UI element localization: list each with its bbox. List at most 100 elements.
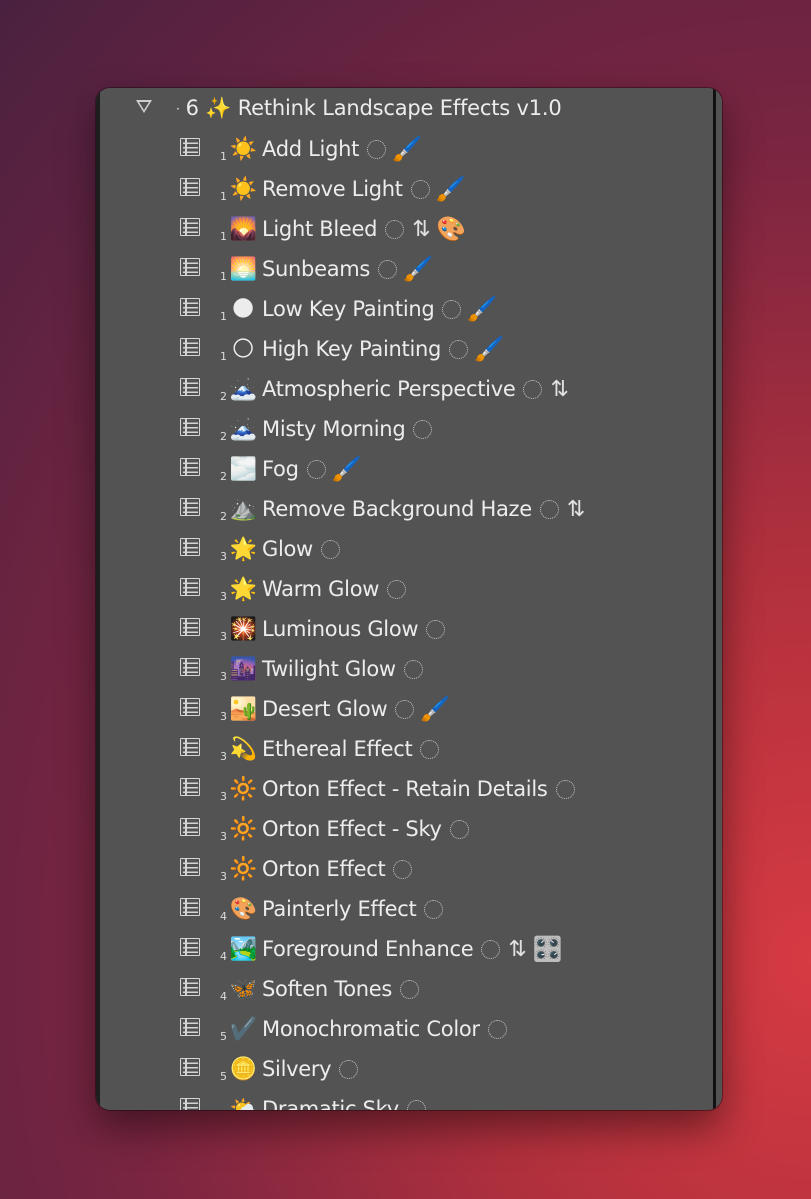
preset-order-number: 3 — [220, 630, 227, 643]
preset-list-icon — [180, 858, 200, 876]
preset-line[interactable]: 3 🌆 Twilight Glow — [220, 649, 427, 689]
preset-row[interactable]: 4 🎨 Painterly Effect — [96, 889, 722, 929]
preset-row[interactable]: 3 🏜️ Desert Glow 🖌️ — [96, 689, 722, 729]
preset-line[interactable]: 3 🔆 Orton Effect - Sky — [220, 809, 473, 849]
preset-emoji-icon: 🗻 — [229, 376, 257, 402]
preset-folder-header[interactable]: · 6 ✨ Rethink Landscape Effects v1.0 — [96, 94, 722, 126]
up-down-arrows-icon: ⇅ — [566, 496, 585, 522]
preset-list-icon — [180, 258, 200, 276]
preset-row[interactable]: 5🌤️Dramatic Sky — [96, 1089, 722, 1110]
preset-name: Desert Glow — [262, 697, 388, 721]
preset-order-number: 3 — [220, 710, 227, 723]
preset-list: 1 ☀️ Add Light 🖌️ 1 ☀️ Remove Light 🖌️ 1 🌄 Light B… — [96, 129, 722, 1110]
preset-row[interactable]: 1 🌄 Light Bleed ⇅ 🎨 — [96, 209, 722, 249]
preset-row[interactable]: 1 🌑 Low Key Painting 🖌️ — [96, 289, 722, 329]
preset-row[interactable]: 4 🏞️ Foreground Enhance ⇅ 🎛️ — [96, 929, 722, 969]
preset-line[interactable]: 1 🌕 High Key Painting 🖌️ — [220, 329, 506, 369]
preset-line[interactable]: 3 💫 Ethereal Effect — [220, 729, 443, 769]
preset-row[interactable]: 2 🗻 Misty Morning — [96, 409, 722, 449]
preset-row[interactable]: 5 🪙 Silvery — [96, 1049, 722, 1089]
preset-emoji-icon: 🌟 — [229, 576, 257, 602]
preset-name: Light Bleed — [262, 217, 378, 241]
preset-emoji-icon: 🔆 — [229, 816, 257, 842]
dotted-circle-icon — [539, 499, 559, 519]
preset-line[interactable]: 5 ✔️ Monochromatic Color — [220, 1009, 511, 1049]
preset-line[interactable]: 5 🪙 Silvery — [220, 1049, 362, 1089]
preset-row[interactable]: 3 🎇 Luminous Glow — [96, 609, 722, 649]
preset-line[interactable]: 2 🗻 Misty Morning — [220, 409, 436, 449]
dotted-circle-icon — [449, 339, 469, 359]
preset-order-number: 2 — [220, 510, 227, 523]
preset-line[interactable]: 1 ☀️ Add Light 🖌️ — [220, 129, 424, 169]
dotted-circle-icon — [387, 579, 407, 599]
preset-list-icon — [180, 778, 200, 796]
preset-name: Monochromatic Color — [262, 1017, 480, 1041]
preset-row[interactable]: 5 ✔️ Monochromatic Color — [96, 1009, 722, 1049]
preset-line[interactable]: 3 🔆 Orton Effect — [220, 849, 416, 889]
preset-row[interactable]: 3 🔆 Orton Effect - Retain Details — [96, 769, 722, 809]
dotted-circle-icon — [420, 739, 440, 759]
preset-line[interactable]: 4 🏞️ Foreground Enhance ⇅ 🎛️ — [220, 929, 564, 969]
preset-line[interactable]: 3 🔆 Orton Effect - Retain Details — [220, 769, 579, 809]
preset-line[interactable]: 2 🌫️ Fog 🖌️ — [220, 449, 363, 489]
preset-order-number: 3 — [220, 830, 227, 843]
preset-line[interactable]: 1 🌅 Sunbeams 🖌️ — [220, 249, 435, 289]
preset-row[interactable]: 3 🌟 Glow — [96, 529, 722, 569]
preset-line[interactable]: 4 🦋 Soften Tones — [220, 969, 423, 1009]
preset-line[interactable]: 1 🌄 Light Bleed ⇅ 🎨 — [220, 209, 468, 249]
preset-list-icon — [180, 538, 200, 556]
preset-line[interactable]: 3 🎇 Luminous Glow — [220, 609, 449, 649]
dotted-circle-icon — [449, 819, 469, 839]
sparkles-icon: ✨ — [205, 96, 232, 120]
preset-line[interactable]: 2 🗻 Atmospheric Perspective ⇅ — [220, 369, 573, 409]
preset-line[interactable]: 3 🏜️ Desert Glow 🖌️ — [220, 689, 452, 729]
preset-order-number: 1 — [220, 190, 227, 203]
preset-row[interactable]: 1 🌕 High Key Painting 🖌️ — [96, 329, 722, 369]
dotted-circle-icon — [367, 139, 387, 159]
preset-list-icon — [180, 298, 200, 316]
preset-row[interactable]: 1 ☀️ Remove Light 🖌️ — [96, 169, 722, 209]
disclosure-triangle-icon[interactable] — [136, 100, 152, 113]
preset-emoji-icon: 🌫️ — [229, 456, 257, 482]
up-down-arrows-icon: ⇅ — [508, 936, 527, 962]
preset-name: Low Key Painting — [262, 297, 435, 321]
dotted-circle-icon — [487, 1019, 507, 1039]
preset-name: Luminous Glow — [262, 617, 419, 641]
preset-name: High Key Painting — [262, 337, 442, 361]
up-down-arrows-icon: ⇅ — [550, 376, 569, 402]
preset-row[interactable]: 4 🦋 Soften Tones — [96, 969, 722, 1009]
preset-line[interactable]: 4 🎨 Painterly Effect — [220, 889, 447, 929]
preset-row[interactable]: 1 🌅 Sunbeams 🖌️ — [96, 249, 722, 289]
preset-row[interactable]: 2 🌫️ Fog 🖌️ — [96, 449, 722, 489]
preset-line[interactable]: 3 🌟 Warm Glow — [220, 569, 410, 609]
preset-list-icon — [180, 498, 200, 516]
preset-order-number: 3 — [220, 670, 227, 683]
preset-name: Remove Background Haze — [262, 497, 532, 521]
preset-line[interactable]: 1 ☀️ Remove Light 🖌️ — [220, 169, 467, 209]
preset-line[interactable]: 5🌤️Dramatic Sky — [220, 1089, 430, 1110]
preset-line[interactable]: 3 🌟 Glow — [220, 529, 344, 569]
preset-emoji-icon: 🌆 — [229, 656, 257, 682]
preset-row[interactable]: 3 🌟 Warm Glow — [96, 569, 722, 609]
preset-order-number: 1 — [220, 310, 227, 323]
preset-name: Misty Morning — [262, 417, 406, 441]
preset-name: Soften Tones — [262, 977, 393, 1001]
preset-row[interactable]: 1 ☀️ Add Light 🖌️ — [96, 129, 722, 169]
preset-row[interactable]: 3 🔆 Orton Effect - Sky — [96, 809, 722, 849]
folder-count: 6 — [185, 96, 199, 120]
preset-row[interactable]: 2 ⛰️ Remove Background Haze ⇅ — [96, 489, 722, 529]
preset-list-icon — [180, 578, 200, 596]
preset-emoji-icon: 🌅 — [229, 256, 257, 282]
preset-emoji-icon: 🌤️ — [229, 1096, 257, 1111]
preset-row[interactable]: 2 🗻 Atmospheric Perspective ⇅ — [96, 369, 722, 409]
preset-row[interactable]: 3 💫 Ethereal Effect — [96, 729, 722, 769]
preset-emoji-icon: 🏞️ — [229, 936, 257, 962]
preset-line[interactable]: 2 ⛰️ Remove Background Haze ⇅ — [220, 489, 589, 529]
preset-row[interactable]: 3 🌆 Twilight Glow — [96, 649, 722, 689]
preset-name: Dramatic Sky — [262, 1097, 399, 1110]
dotted-circle-icon — [378, 259, 398, 279]
preset-row[interactable]: 3 🔆 Orton Effect — [96, 849, 722, 889]
folder-title[interactable]: · 6 ✨ Rethink Landscape Effects v1.0 — [176, 96, 562, 121]
preset-line[interactable]: 1 🌑 Low Key Painting 🖌️ — [220, 289, 499, 329]
preset-list-icon — [180, 978, 200, 996]
